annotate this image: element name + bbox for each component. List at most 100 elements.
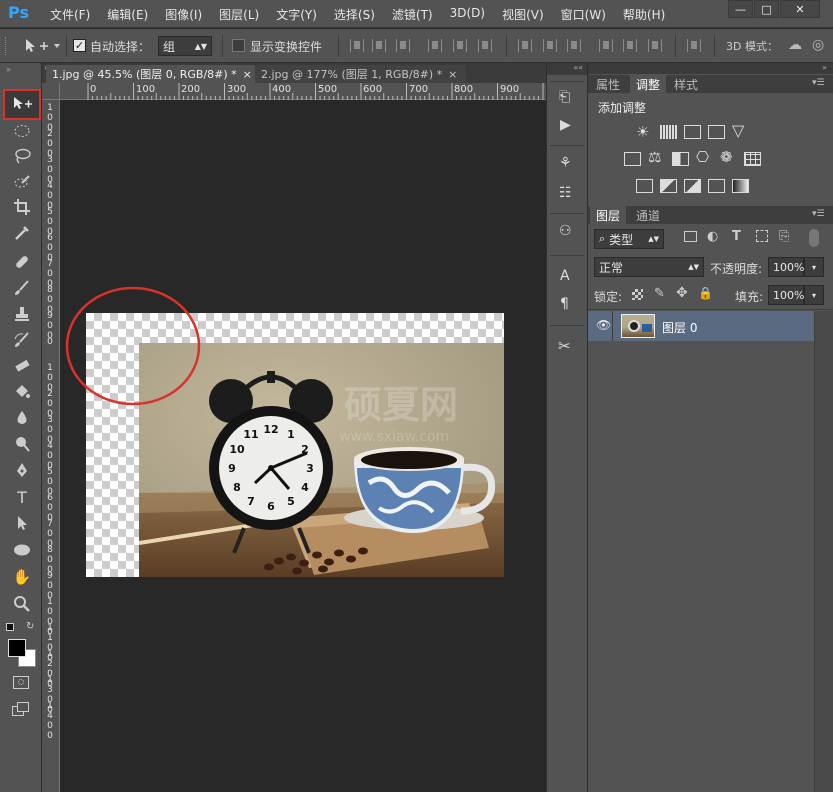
tab-document-2[interactable]: 2.jpg @ 177% (图层 1, RGB/8#) * × — [255, 65, 466, 83]
invert-icon[interactable] — [636, 179, 653, 193]
threshold-icon[interactable] — [684, 179, 701, 193]
collapse-panels-icon[interactable]: » — [588, 63, 833, 74]
filter-adjustment-icon[interactable]: ◐ — [707, 229, 718, 244]
menu-view[interactable]: 视图(V) — [502, 6, 544, 23]
healing-brush-tool[interactable] — [9, 251, 35, 273]
visibility-eye-icon[interactable]: 👁 — [596, 318, 611, 332]
auto-select-dropdown[interactable]: 组 ▲▼ — [158, 36, 212, 56]
curves-icon[interactable] — [684, 125, 701, 139]
filter-smart-object-icon[interactable]: ⎘ — [779, 229, 789, 244]
history-brush-tool[interactable] — [9, 329, 35, 351]
menu-3d[interactable]: 3D(D) — [450, 6, 485, 23]
tool-presets-icon[interactable]: ✂ — [558, 337, 571, 355]
menu-help[interactable]: 帮助(H) — [623, 6, 665, 23]
move-tool[interactable] — [9, 92, 35, 114]
zoom-tool[interactable] — [9, 593, 35, 615]
menu-filter[interactable]: 滤镜(T) — [392, 6, 433, 23]
fill-input[interactable]: 100% — [768, 285, 804, 305]
align-left-icon[interactable] — [428, 39, 442, 52]
posterize-icon[interactable] — [660, 179, 677, 193]
lasso-tool[interactable] — [9, 145, 35, 167]
quick-select-tool[interactable] — [9, 171, 35, 193]
expand-panels-icon[interactable]: «« — [547, 63, 587, 75]
dodge-tool[interactable] — [9, 433, 35, 455]
brush-tool[interactable] — [9, 277, 35, 299]
distribute-left-icon[interactable] — [599, 39, 613, 52]
minimize-button[interactable]: — — [728, 0, 753, 18]
ruler-vertical[interactable]: 1002003004005006007008009000100200300400… — [42, 83, 60, 792]
lock-all-icon[interactable]: 🔒 — [698, 286, 713, 300]
screen-mode-icon[interactable] — [12, 702, 30, 717]
layers-menu-icon[interactable]: ▾☰ — [812, 209, 825, 219]
swap-colors-icon[interactable]: ↻ — [26, 621, 34, 632]
crop-tool[interactable] — [9, 196, 35, 218]
menu-image[interactable]: 图像(I) — [165, 6, 202, 23]
opacity-input[interactable]: 100% — [768, 257, 804, 277]
lock-position-icon[interactable]: ✥ — [676, 285, 688, 301]
menu-layer[interactable]: 图层(L) — [219, 6, 259, 23]
menu-type[interactable]: 文字(Y) — [276, 6, 317, 23]
layer-row[interactable]: 👁 图层 0 — [588, 311, 814, 341]
blend-mode-dropdown[interactable]: 正常 ▲▼ — [594, 257, 704, 277]
menu-edit[interactable]: 编辑(E) — [107, 6, 148, 23]
fill-dropdown-arrow[interactable]: ▾ — [804, 285, 824, 305]
close-button[interactable]: ✕ — [780, 0, 820, 18]
tab-document-1[interactable]: 1.jpg @ 45.5% (图层 0, RGB/8#) * × — [46, 65, 255, 83]
color-balance-icon[interactable]: ⚖ — [648, 148, 661, 166]
ruler-horizontal[interactable]: 0 100 200 300 400 500 600 700 800 900 — [60, 83, 546, 100]
collapse-arrows-icon[interactable]: » — [6, 65, 11, 74]
ruler-origin[interactable] — [42, 83, 60, 100]
tab-close-icon[interactable]: × — [448, 68, 457, 81]
brightness-icon[interactable]: ☀ — [636, 123, 649, 141]
character-panel-icon[interactable]: A — [560, 268, 570, 284]
history-panel-icon[interactable]: ⎗ — [559, 89, 570, 105]
move-tool-preset[interactable] — [22, 35, 62, 57]
clone-source-icon[interactable]: ⚇ — [559, 223, 572, 239]
path-select-tool[interactable] — [9, 512, 35, 534]
distribute-right-icon[interactable] — [648, 39, 662, 52]
auto-align-icon[interactable] — [687, 39, 701, 52]
blur-tool[interactable] — [9, 407, 35, 429]
panel-menu-icon[interactable]: ▾☰ — [812, 78, 825, 88]
channel-mixer-icon[interactable]: ❁ — [720, 148, 733, 166]
brush-panel-icon[interactable]: ⚘ — [559, 155, 572, 171]
layers-scrollbar[interactable] — [814, 311, 833, 792]
filter-pixel-icon[interactable] — [684, 231, 697, 242]
distribute-bottom-icon[interactable] — [567, 39, 581, 52]
show-transform-checkbox[interactable] — [232, 39, 245, 52]
align-top-icon[interactable] — [350, 39, 364, 52]
selective-color-icon[interactable] — [708, 179, 725, 193]
tab-layers[interactable]: 图层 — [590, 206, 627, 224]
hue-saturation-icon[interactable] — [624, 152, 641, 166]
quick-mask-icon[interactable] — [13, 676, 29, 689]
paragraph-panel-icon[interactable]: ¶ — [560, 296, 569, 312]
pen-tool[interactable] — [9, 459, 35, 481]
brush-presets-icon[interactable]: ☷ — [559, 185, 572, 201]
tab-properties[interactable]: 属性 — [590, 75, 626, 93]
maximize-button[interactable]: □ — [754, 0, 779, 18]
lock-transparency-icon[interactable] — [632, 289, 643, 300]
filter-type-icon[interactable]: T — [732, 229, 741, 244]
opacity-dropdown-arrow[interactable]: ▾ — [804, 257, 824, 277]
align-right-icon[interactable] — [478, 39, 492, 52]
distribute-top-icon[interactable] — [518, 39, 532, 52]
distribute-vcenter-icon[interactable] — [543, 39, 557, 52]
align-vcenter-icon[interactable] — [372, 39, 386, 52]
auto-select-checkbox[interactable]: ✓ — [73, 39, 86, 52]
actions-panel-icon[interactable]: ▶ — [560, 117, 571, 133]
tab-adjustments[interactable]: 调整 — [630, 75, 667, 93]
hand-tool[interactable]: ✋ — [9, 566, 35, 588]
align-hcenter-icon[interactable] — [453, 39, 467, 52]
clone-stamp-tool[interactable] — [9, 303, 35, 325]
tab-styles[interactable]: 样式 — [668, 75, 704, 93]
exposure-icon[interactable] — [708, 125, 725, 139]
menu-window[interactable]: 窗口(W) — [561, 6, 606, 23]
photo-filter-icon[interactable]: ⎔ — [696, 148, 709, 166]
default-colors-icon[interactable] — [6, 623, 14, 631]
menu-file[interactable]: 文件(F) — [50, 6, 90, 23]
vibrance-icon[interactable]: ▽ — [732, 121, 744, 140]
gradient-map-icon[interactable] — [732, 179, 749, 193]
tab-close-icon[interactable]: × — [243, 68, 252, 81]
foreground-color-swatch[interactable] — [8, 639, 26, 657]
layer-name[interactable]: 图层 0 — [662, 319, 697, 336]
